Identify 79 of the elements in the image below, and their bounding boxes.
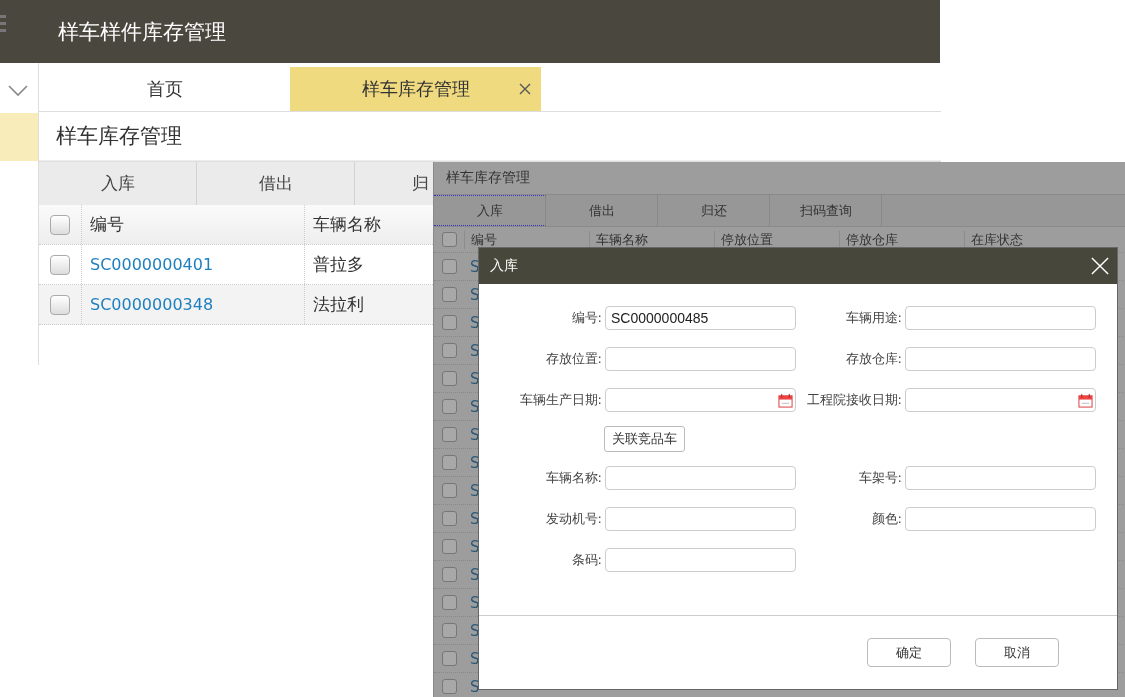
code-link[interactable]: S — [470, 369, 480, 388]
checkbox[interactable] — [441, 651, 457, 666]
field-label: 条码: — [571, 551, 602, 569]
checkbox[interactable] — [50, 254, 70, 275]
code-link[interactable]: S — [470, 397, 480, 416]
field-label: 发动机号: — [545, 510, 602, 528]
field-label: 车辆生产日期: — [519, 391, 602, 409]
code-link[interactable]: S — [470, 509, 480, 528]
toolbar-button[interactable]: 归还 — [658, 195, 770, 226]
code-link[interactable]: S — [470, 425, 480, 444]
field-label: 工程院接收日期: — [806, 391, 902, 409]
tab[interactable]: 首页 — [39, 67, 290, 111]
checkbox[interactable] — [50, 214, 70, 235]
code-link[interactable]: S — [470, 481, 480, 500]
checkbox[interactable] — [441, 539, 457, 554]
text-field[interactable] — [605, 347, 796, 371]
field-label: 颜色: — [871, 510, 902, 528]
toolbar-button[interactable]: 扫码查询 — [770, 195, 882, 226]
code-link[interactable]: SC0000000348 — [90, 295, 214, 314]
close-icon[interactable] — [519, 83, 531, 95]
text-field[interactable] — [605, 466, 796, 490]
panel-title: 样车库存管理 — [445, 168, 531, 187]
text-field[interactable]: SC0000000485 — [605, 306, 796, 330]
toolbar-button[interactable]: 入库 — [434, 195, 546, 226]
code-link[interactable]: S — [470, 593, 480, 612]
code-link[interactable]: S — [470, 677, 480, 696]
column-header: 编号 — [81, 205, 304, 244]
menu-icon[interactable] — [0, 12, 6, 33]
text-field[interactable] — [905, 507, 1096, 531]
tab[interactable]: 样车库存管理 — [290, 67, 541, 111]
checkbox[interactable] — [441, 287, 457, 302]
text-field[interactable] — [905, 347, 1096, 371]
date-field[interactable] — [905, 388, 1096, 412]
field-label: 车辆名称: — [545, 469, 602, 487]
checkbox[interactable] — [441, 679, 457, 694]
dialog-title: 入库 — [490, 257, 518, 275]
code-link[interactable]: S — [470, 341, 480, 360]
toolbar-button[interactable]: 借出 — [546, 195, 658, 226]
checkbox[interactable] — [441, 567, 457, 582]
code-link[interactable]: S — [470, 565, 480, 584]
checkbox[interactable] — [441, 259, 457, 274]
chevron-down-icon[interactable] — [8, 85, 28, 97]
dialog-button[interactable]: 确定 — [867, 638, 951, 667]
field-label: 存放仓库: — [845, 350, 902, 368]
field-label: 编号: — [571, 309, 602, 327]
calendar-icon[interactable] — [1078, 392, 1093, 408]
checkbox[interactable] — [50, 294, 70, 315]
checkbox[interactable] — [441, 455, 457, 470]
checkbox[interactable] — [441, 511, 457, 526]
checkbox[interactable] — [441, 343, 457, 358]
checkbox[interactable] — [441, 427, 457, 442]
code-link[interactable]: SC0000000401 — [90, 255, 214, 274]
text-field[interactable] — [605, 507, 796, 531]
dialog-button[interactable]: 取消 — [975, 638, 1059, 667]
calendar-icon[interactable] — [778, 392, 793, 408]
checkbox[interactable] — [441, 315, 457, 330]
field-label: 车架号: — [858, 469, 902, 487]
toolbar-button[interactable]: 归 — [355, 162, 431, 205]
code-link[interactable]: S — [470, 285, 480, 304]
code-link[interactable]: S — [470, 257, 480, 276]
text-field[interactable] — [905, 306, 1096, 330]
code-link[interactable]: S — [470, 649, 480, 668]
app-title: 样车样件库存管理 — [58, 18, 226, 46]
date-field[interactable] — [605, 388, 796, 412]
checkbox[interactable] — [441, 595, 457, 610]
checkbox[interactable] — [441, 623, 457, 638]
checkbox[interactable] — [441, 399, 457, 414]
checkbox[interactable] — [441, 232, 457, 247]
nav-highlight — [0, 113, 38, 161]
text-field[interactable] — [905, 466, 1096, 490]
checkbox[interactable] — [441, 371, 457, 386]
checkbox[interactable] — [441, 483, 457, 498]
field-label: 车辆用途: — [845, 309, 902, 327]
field-label: 存放位置: — [545, 350, 602, 368]
link-button[interactable]: 关联竞品车 — [604, 426, 685, 452]
code-link[interactable]: S — [470, 537, 480, 556]
text-field[interactable] — [605, 548, 796, 572]
code-link[interactable]: S — [470, 453, 480, 472]
code-link[interactable]: S — [470, 621, 480, 640]
